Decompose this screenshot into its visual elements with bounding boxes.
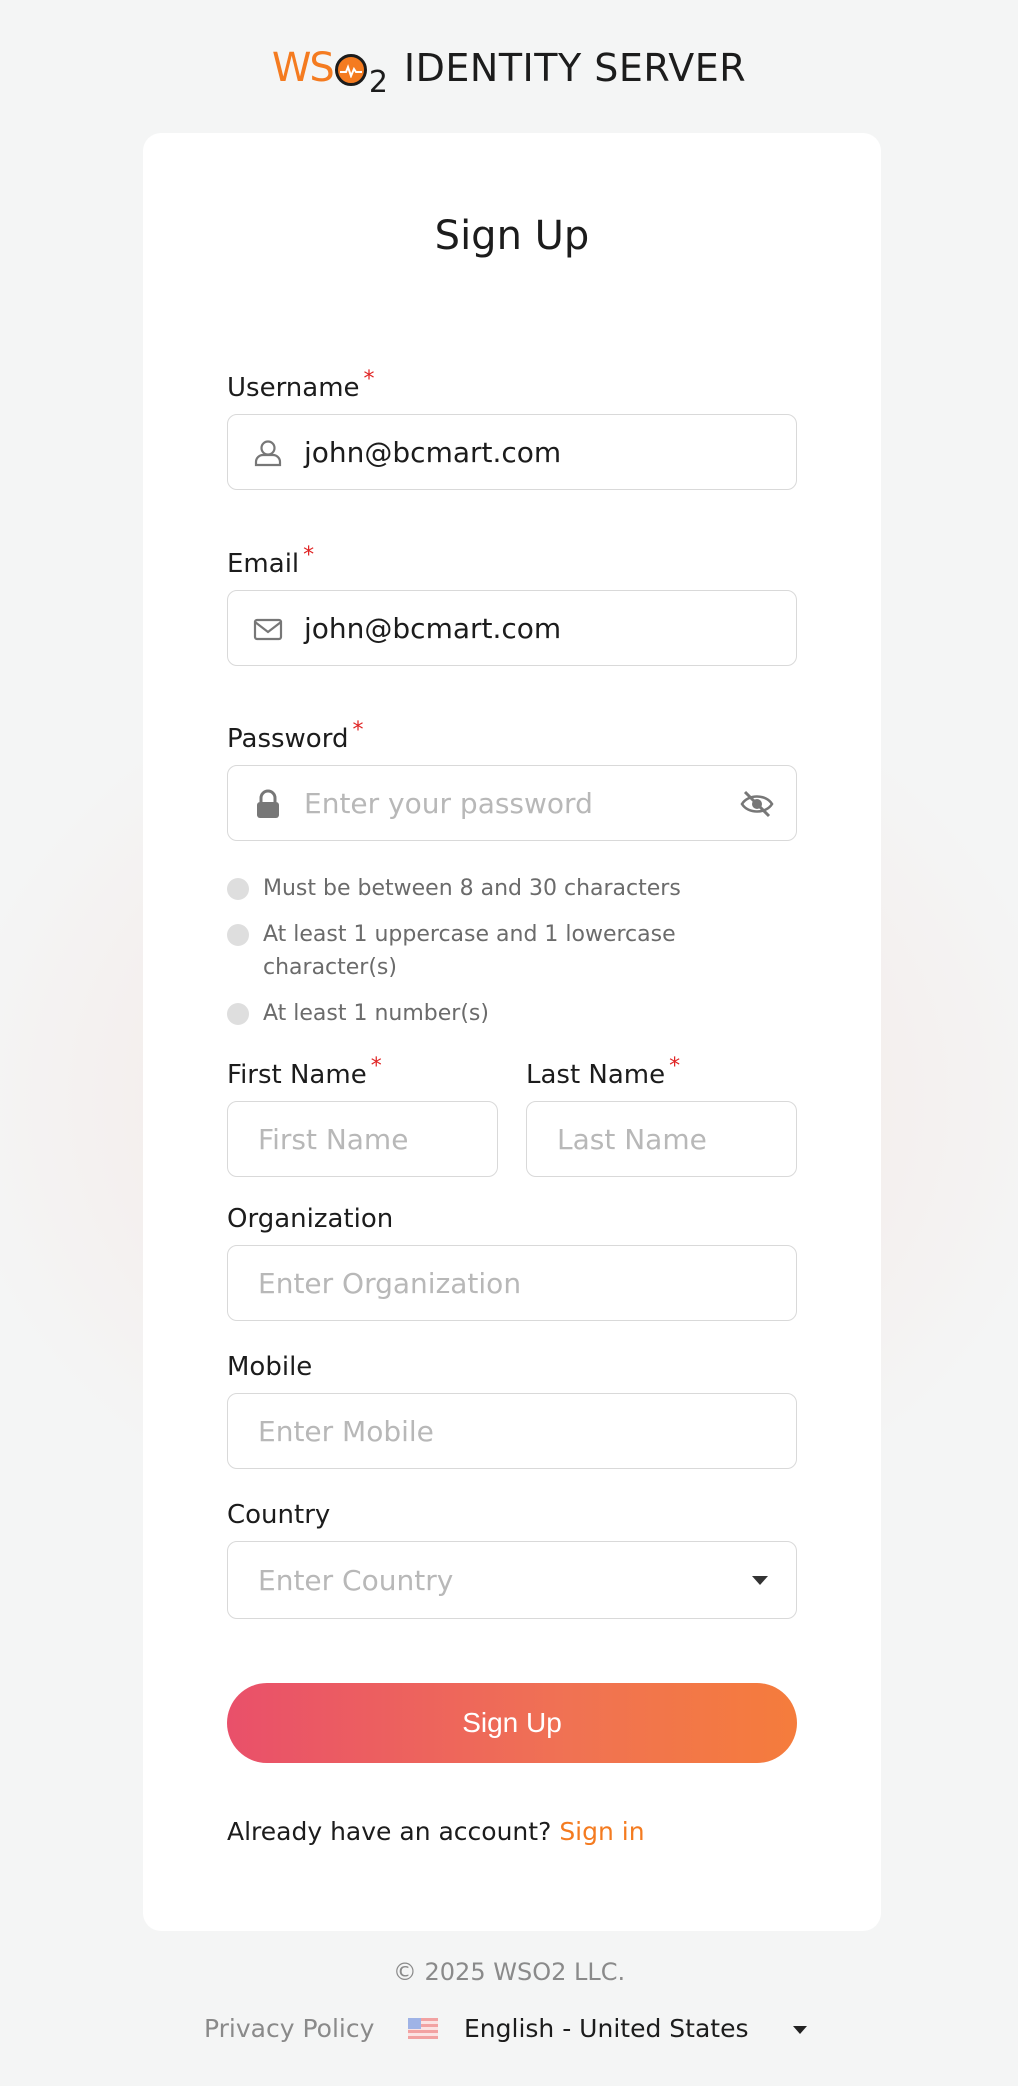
username-label: Username * xyxy=(227,367,375,403)
password-field[interactable]: Enter your password xyxy=(227,765,797,841)
footer: Privacy Policy English - United States xyxy=(0,2010,1018,2050)
rule-text: At least 1 uppercase and 1 lowercase cha… xyxy=(263,922,676,980)
country-label: Country xyxy=(227,1500,331,1530)
logo-2-text: 2 xyxy=(368,64,388,100)
required-mark: * xyxy=(352,718,364,743)
rule-text: At least 1 number(s) xyxy=(263,1001,489,1026)
username-label-text: Username xyxy=(227,373,360,403)
organization-label: Organization xyxy=(227,1204,394,1234)
mobile-placeholder: Enter Mobile xyxy=(258,1414,434,1448)
email-label-text: Email xyxy=(227,549,300,579)
organization-placeholder: Enter Organization xyxy=(258,1266,522,1300)
logo-pulse-icon xyxy=(334,54,367,86)
language-selector[interactable]: English - United States xyxy=(464,2014,748,2043)
logo-ws-text: WS xyxy=(271,45,335,91)
signup-card: Sign Up Username * john@bcmart.com Email *… xyxy=(143,133,881,1931)
mobile-label: Mobile xyxy=(227,1352,313,1382)
wso2-logo-mark: WS 2 xyxy=(271,45,388,100)
signin-prompt: Already have an account? Sign in xyxy=(227,1817,645,1846)
sign-up-button[interactable]: Sign Up xyxy=(227,1683,797,1763)
rule-status-dot xyxy=(227,924,249,946)
us-flag-icon xyxy=(408,2018,438,2039)
username-value: john@bcmart.com xyxy=(304,435,562,469)
last-name-label: Last Name * xyxy=(526,1054,680,1090)
lock-icon xyxy=(257,789,279,818)
privacy-policy-link[interactable]: Privacy Policy xyxy=(204,2014,374,2043)
email-field[interactable]: john@bcmart.com xyxy=(227,590,797,666)
brand-logo: WS 2 IDENTITY SERVER xyxy=(0,40,1018,100)
eye-slash-icon[interactable] xyxy=(740,788,774,820)
page-title: Sign Up xyxy=(434,213,590,259)
first-name-placeholder: First Name xyxy=(258,1122,409,1156)
rule-status-dot xyxy=(227,878,249,900)
sign-in-link[interactable]: Sign in xyxy=(559,1817,644,1846)
email-label: Email * xyxy=(227,543,314,579)
last-name-field[interactable]: Last Name xyxy=(526,1101,797,1177)
chevron-down-icon xyxy=(752,1576,768,1585)
last-name-placeholder: Last Name xyxy=(557,1122,707,1156)
first-name-label: First Name * xyxy=(227,1054,382,1090)
last-name-label-text: Last Name xyxy=(526,1060,666,1090)
required-mark: * xyxy=(303,543,315,568)
required-mark: * xyxy=(370,1054,382,1079)
organization-field[interactable]: Enter Organization xyxy=(227,1245,797,1321)
country-select[interactable]: Enter Country xyxy=(227,1541,797,1619)
mail-icon xyxy=(253,618,283,641)
password-rule: Must be between 8 and 30 characters xyxy=(227,874,693,905)
rule-status-dot xyxy=(227,1003,249,1025)
required-mark: * xyxy=(363,367,375,392)
product-name: IDENTITY SERVER xyxy=(403,46,747,90)
password-rule: At least 1 number(s) xyxy=(227,999,693,1030)
first-name-field[interactable]: First Name xyxy=(227,1101,498,1177)
password-label: Password * xyxy=(227,718,363,754)
email-value: john@bcmart.com xyxy=(304,611,562,645)
mobile-field[interactable]: Enter Mobile xyxy=(227,1393,797,1469)
rule-text: Must be between 8 and 30 characters xyxy=(263,876,681,901)
user-icon xyxy=(254,440,282,467)
username-field[interactable]: john@bcmart.com xyxy=(227,414,797,490)
password-rule: At least 1 uppercase and 1 lowercase cha… xyxy=(227,920,693,984)
signin-prompt-text: Already have an account? xyxy=(227,1817,552,1846)
first-name-label-text: First Name xyxy=(227,1060,367,1090)
password-label-text: Password xyxy=(227,724,349,754)
copyright: © 2025 WSO2 LLC. xyxy=(392,1958,626,1986)
country-placeholder: Enter Country xyxy=(258,1563,454,1597)
chevron-down-icon[interactable] xyxy=(793,2026,807,2034)
password-placeholder: Enter your password xyxy=(304,786,593,820)
required-mark: * xyxy=(669,1054,681,1079)
